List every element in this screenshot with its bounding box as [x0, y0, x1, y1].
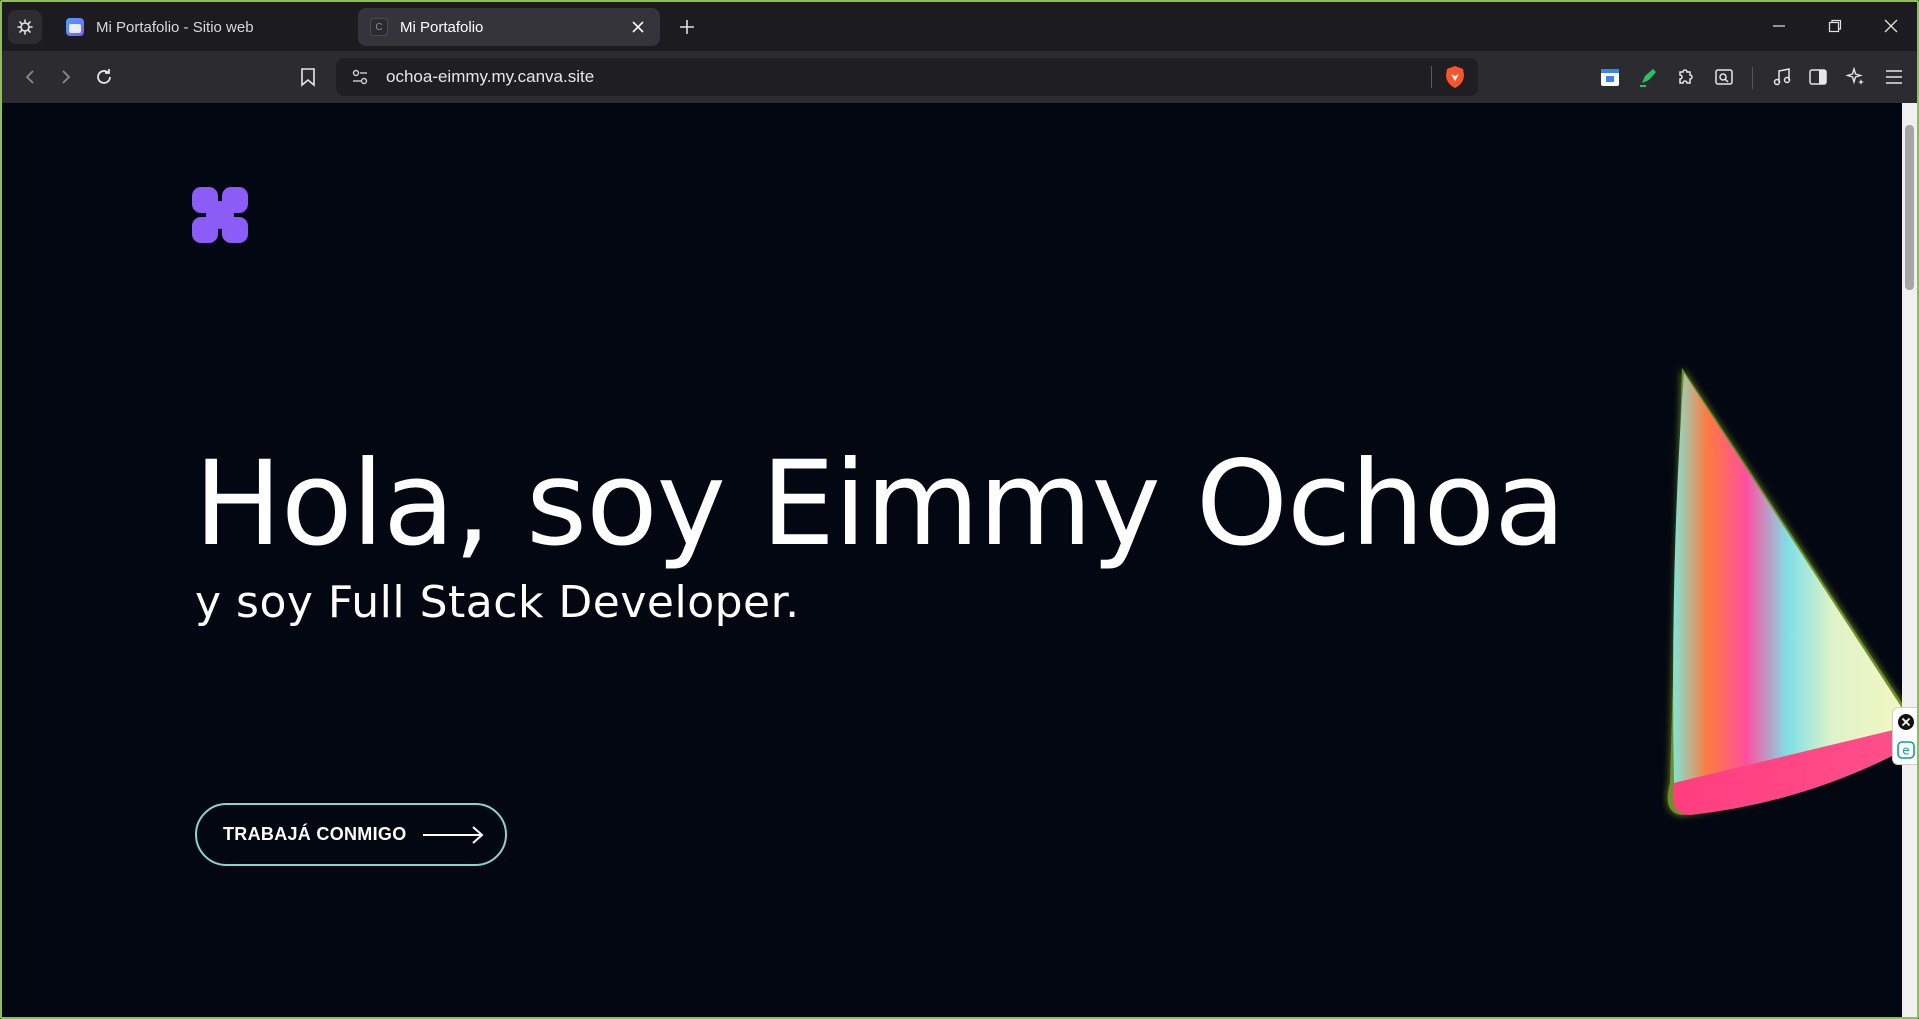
- page-content: Hola, soy Eimmy Ochoa y soy Full Stack D…: [2, 103, 1902, 1017]
- tune-icon: [352, 69, 368, 85]
- browser-toolbar: ochoa-eimmy.my.canva.site: [2, 51, 1917, 103]
- hamburger-icon: [1886, 70, 1902, 84]
- page-scrollbar[interactable]: [1902, 103, 1917, 1017]
- bookmark-icon: [301, 68, 315, 87]
- site-logo-icon: [192, 187, 248, 243]
- close-window-button[interactable]: [1868, 10, 1914, 42]
- reload-icon: [97, 69, 111, 84]
- divider: [1431, 66, 1432, 88]
- calendar-extension-icon: [1601, 69, 1619, 86]
- music-note-icon: [1773, 68, 1791, 86]
- restore-icon: [1828, 19, 1842, 33]
- arrow-right-icon: [422, 825, 484, 844]
- site-settings-icon[interactable]: [348, 65, 372, 89]
- scrollbar-thumb[interactable]: [1905, 125, 1914, 290]
- close-icon: [632, 21, 644, 33]
- hero-title: Hola, soy Eimmy Ochoa: [194, 435, 1566, 572]
- close-icon: [1884, 19, 1898, 33]
- minimize-button[interactable]: [1756, 10, 1802, 42]
- sparkle-icon: [1846, 67, 1864, 85]
- forward-button[interactable]: [52, 63, 80, 91]
- leo-ai-button[interactable]: [1842, 63, 1870, 91]
- chevron-left-icon: [25, 70, 34, 84]
- sidebar-icon: [1809, 69, 1827, 85]
- screenshot-button[interactable]: [1710, 63, 1738, 91]
- plus-icon: [680, 20, 694, 34]
- tab-mi-portafolio[interactable]: C Mi Portafolio: [358, 8, 660, 46]
- tab-title: Mi Portafolio: [400, 18, 484, 36]
- highlighter-icon: [1640, 69, 1656, 87]
- work-with-me-button[interactable]: TRABAJÁ CONMIGO: [195, 803, 507, 866]
- new-tab-button[interactable]: [674, 14, 700, 40]
- hero-subtitle: y soy Full Stack Developer.: [195, 577, 800, 628]
- close-circle-icon[interactable]: [1897, 713, 1915, 731]
- minimize-icon: [1773, 25, 1785, 27]
- reload-button[interactable]: [90, 63, 118, 91]
- main-menu-button[interactable]: [1880, 63, 1908, 91]
- tab-strip: Mi Portafolio - Sitio web C Mi Portafoli…: [2, 2, 1917, 51]
- extension-calendar-button[interactable]: [1596, 63, 1624, 91]
- sidebar-button[interactable]: [1804, 63, 1832, 91]
- close-tab-button[interactable]: [628, 17, 648, 37]
- chevron-right-icon: [62, 70, 71, 84]
- screen-search-icon: [1715, 69, 1733, 85]
- gradient-cone-illustration: [1667, 368, 1902, 815]
- lion-shield-icon: [1446, 66, 1464, 88]
- extension-highlighter-button[interactable]: [1634, 63, 1662, 91]
- canva-site-icon: C: [370, 18, 388, 36]
- tab-title: Mi Portafolio - Sitio web: [96, 18, 254, 36]
- extension-side-widget[interactable]: e: [1892, 707, 1917, 765]
- cta-label: TRABAJÁ CONMIGO: [223, 824, 407, 844]
- address-bar[interactable]: ochoa-eimmy.my.canva.site: [336, 58, 1478, 96]
- url-text[interactable]: ochoa-eimmy.my.canva.site: [386, 67, 1431, 87]
- tab-mi-portafolio-sitio-web[interactable]: Mi Portafolio - Sitio web: [54, 8, 350, 46]
- toolbar-divider: [1752, 67, 1753, 89]
- bookmark-button[interactable]: [294, 63, 322, 91]
- browser-menu-button[interactable]: [8, 10, 42, 44]
- canva-design-icon: [66, 18, 84, 36]
- puzzle-icon: [1679, 69, 1693, 84]
- media-button[interactable]: [1768, 63, 1796, 91]
- bug-icon: [17, 19, 33, 35]
- restore-button[interactable]: [1812, 10, 1858, 42]
- browser-window: Mi Portafolio - Sitio web C Mi Portafoli…: [0, 0, 1919, 1019]
- extension-e-icon[interactable]: e: [1897, 741, 1915, 759]
- brave-shields-button[interactable]: [1444, 65, 1466, 89]
- svg-text:e: e: [1902, 744, 1909, 758]
- extensions-button[interactable]: [1672, 63, 1700, 91]
- back-button[interactable]: [16, 63, 44, 91]
